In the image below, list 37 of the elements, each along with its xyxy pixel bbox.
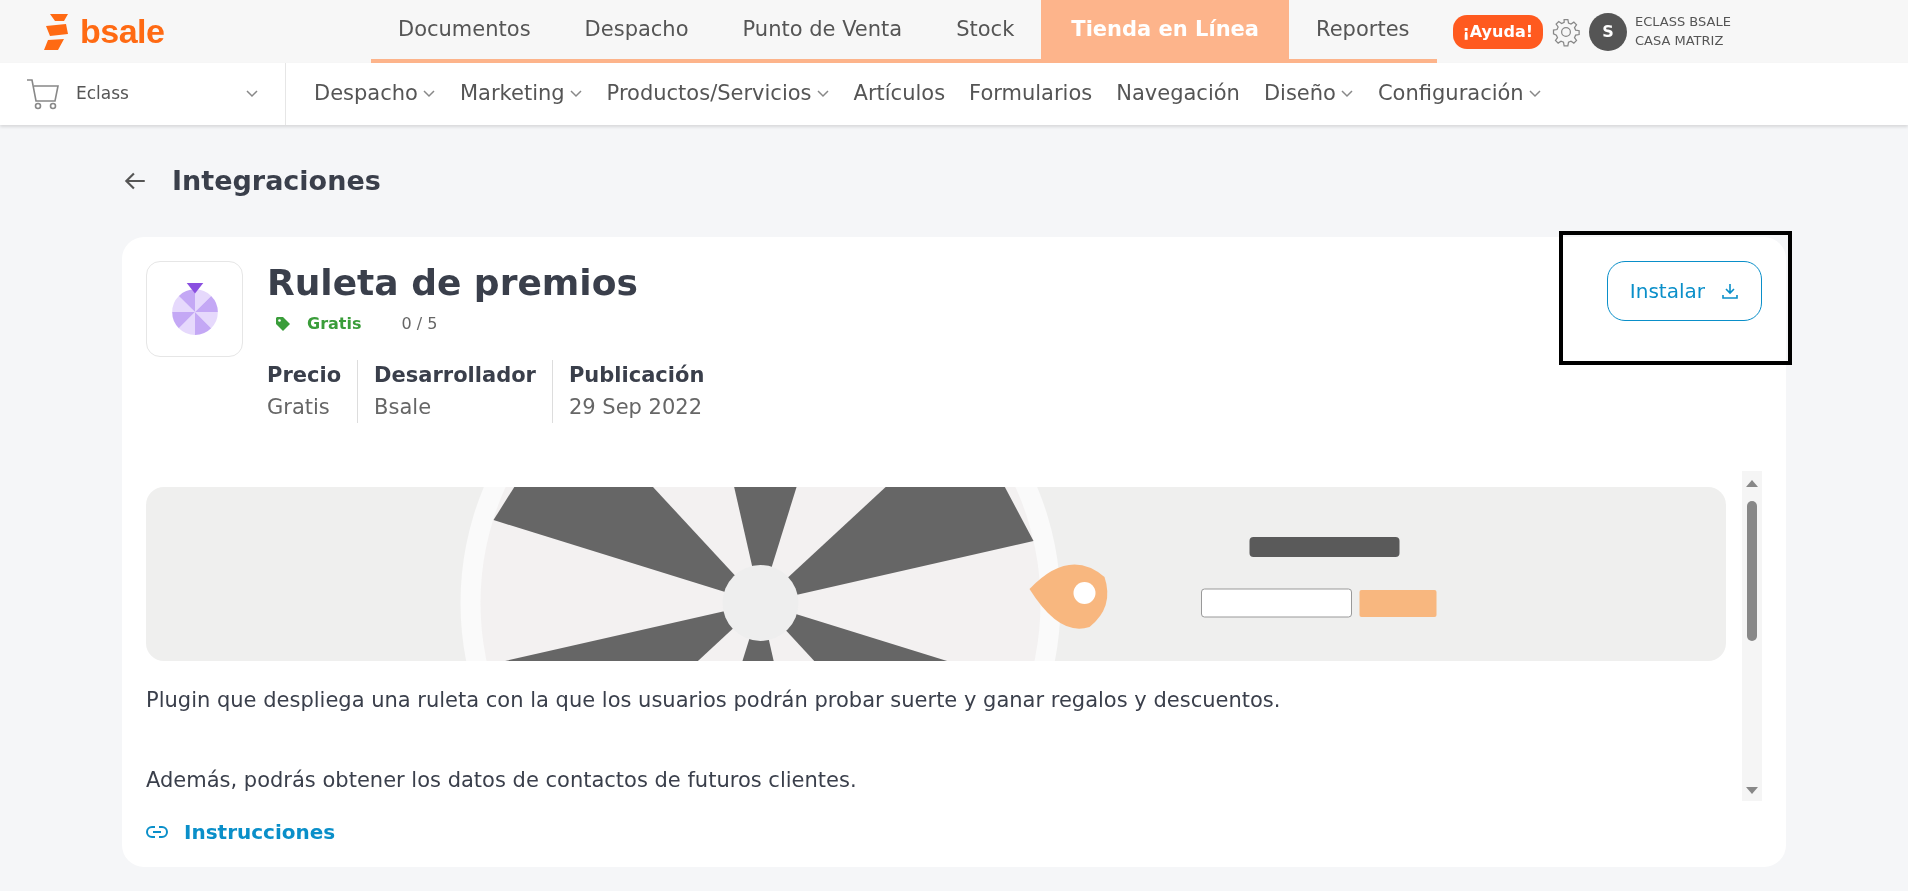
nav-tab[interactable]: Punto de Venta <box>715 0 930 59</box>
download-icon <box>1721 282 1739 300</box>
meta-label: Precio <box>267 362 342 390</box>
link-icon <box>146 825 168 840</box>
meta-label: Desarrollador <box>374 362 536 390</box>
menu-link[interactable]: Artículos <box>841 78 958 110</box>
user-avatar[interactable]: S <box>1589 12 1627 51</box>
nav-tab[interactable]: Documentos <box>371 0 558 59</box>
description-text: Plugin que despliega una ruleta con la que los usuarios podrán probar suerte y ganar regalos y descuentos. <box>146 687 1282 715</box>
branch-name: CASA MATRIZ <box>1635 31 1725 50</box>
instructions-link[interactable]: Instrucciones <box>146 817 336 848</box>
menu-link[interactable]: Productos/Servicios <box>594 78 842 110</box>
meta-value: Gratis <box>267 393 331 421</box>
price-label: Gratis <box>307 313 362 336</box>
settings-icon <box>1551 16 1581 47</box>
install-button[interactable]: Instalar <box>1606 261 1762 321</box>
menu-link[interactable]: Navegación <box>1104 78 1252 110</box>
menu-link[interactable]: Diseño <box>1251 78 1366 110</box>
meta-value: 29 Sep 2022 <box>568 393 704 421</box>
rating-text: 0 / 5 <box>401 313 438 336</box>
app-title: Ruleta de premios <box>267 261 639 305</box>
nav-tab[interactable]: Reportes <box>1289 0 1437 59</box>
menu-link[interactable]: Formularios <box>957 78 1105 110</box>
nav-tab[interactable]: Despacho <box>557 0 716 59</box>
menu-link[interactable]: Configuración <box>1365 78 1554 110</box>
store-selector[interactable]: Eclass <box>0 63 286 125</box>
menu-link[interactable]: Despacho <box>302 78 448 110</box>
tag-icon <box>275 316 291 333</box>
user-name: ECLASS BSALE <box>1635 12 1731 31</box>
meta-label: Publicación <box>568 362 705 390</box>
nav-tab[interactable]: Stock <box>929 0 1042 59</box>
page-title: Integraciones <box>172 164 381 198</box>
meta-value: Bsale <box>374 393 433 421</box>
cart-icon <box>26 77 60 111</box>
brand-name: bsale <box>80 11 165 52</box>
description-text: Además, podrás obtener los datos de contactos de futuros clientes. <box>146 766 858 794</box>
menu-link[interactable]: Marketing <box>447 78 595 110</box>
